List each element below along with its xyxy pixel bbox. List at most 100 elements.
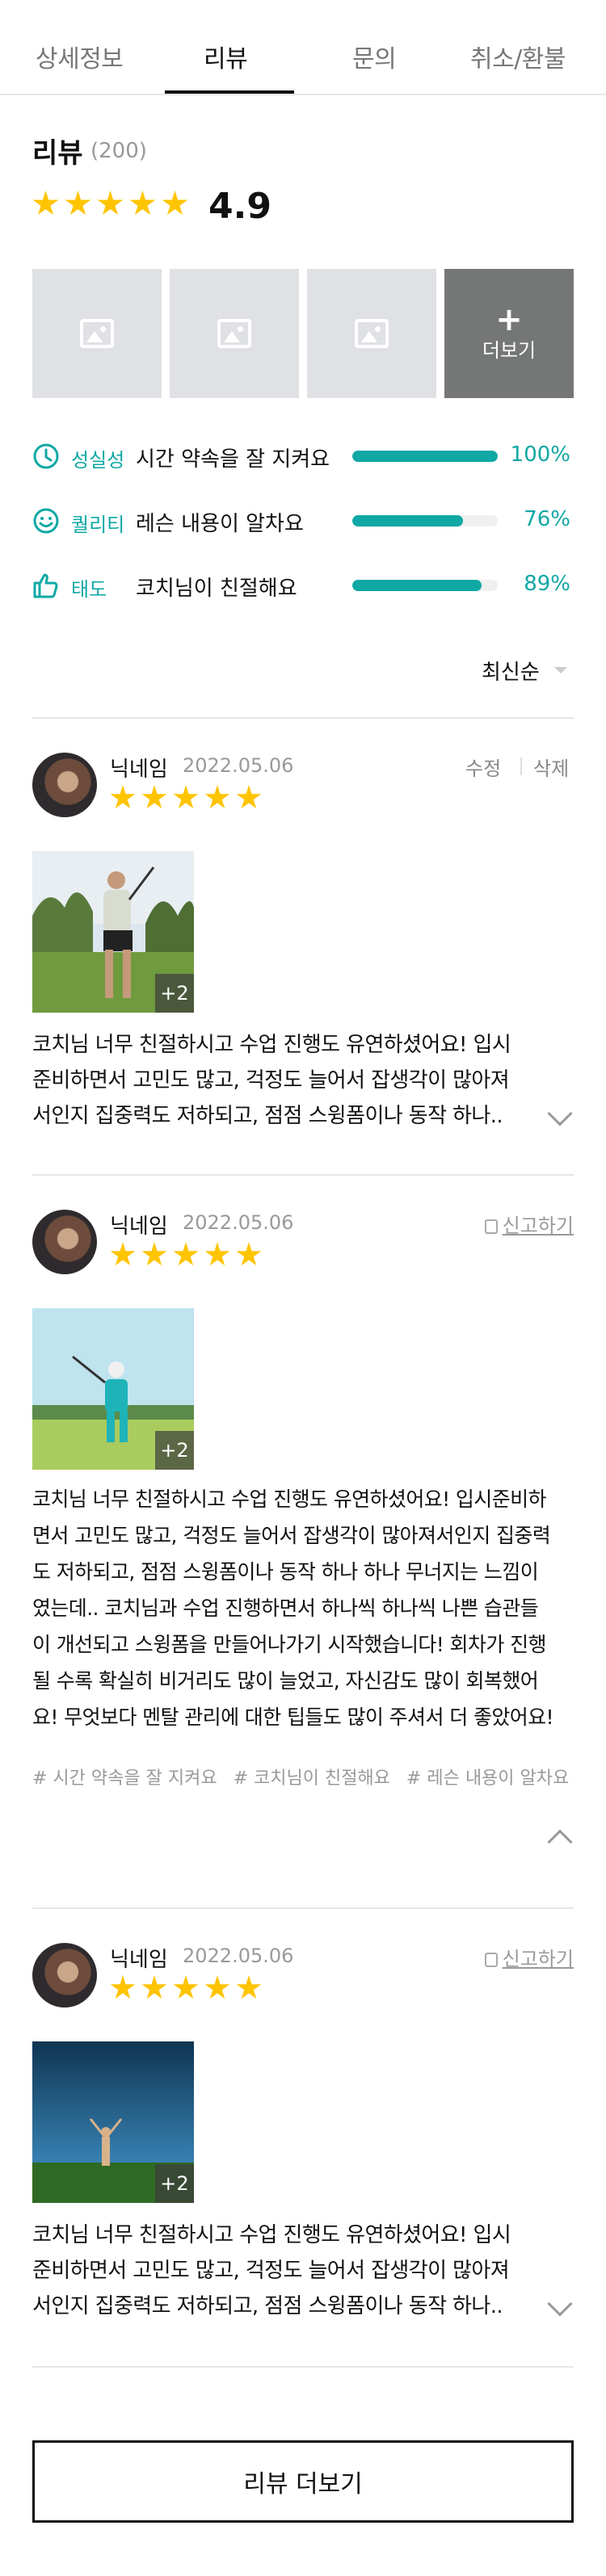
review-photo[interactable]: +2 xyxy=(32,851,194,1013)
review-text-line: 도 저하되고, 점점 스윙폼이나 동작 하나 하나 무너지는 느낌이 xyxy=(32,1560,539,1584)
reviewer-nickname: 닉네임 xyxy=(110,757,168,782)
star-icon xyxy=(173,1975,199,1999)
plus-icon: + xyxy=(495,300,523,338)
review-item: 닉네임 2022.05.06 수정 삭제 +2 코치님 너무 친절하시고 수업 … xyxy=(32,753,574,1140)
criteria-row-diligence: 성실성 시간 약속을 잘 지켜요 100% xyxy=(32,439,574,472)
report-button[interactable]: 신고하기 xyxy=(484,1943,574,1971)
report-icon xyxy=(484,1219,498,1234)
star-icon xyxy=(141,1242,167,1266)
smile-icon xyxy=(33,508,59,534)
criteria-percent: 76% xyxy=(524,507,570,531)
avatar xyxy=(32,753,97,817)
review-text-line: 준비하면서 고민도 많고, 걱정도 늘어서 잡생각이 많아져 xyxy=(32,1068,510,1093)
photo-count-badge: +2 xyxy=(155,2164,194,2203)
image-placeholder-icon xyxy=(80,319,114,348)
report-button[interactable]: 신고하기 xyxy=(484,1210,574,1238)
star-icon xyxy=(173,1242,199,1266)
review-tags: # 시간 약속을 잘 지켜요 # 코치님이 친절해요 # 레슨 내용이 알차요 xyxy=(32,1764,569,1789)
tab-bar: 상세정보 리뷰 문의 취소/환불 xyxy=(0,0,606,95)
star-icon xyxy=(236,785,262,809)
review-date: 2022.05.06 xyxy=(183,1211,294,1234)
review-tag: # 시간 약속을 잘 지켜요 xyxy=(32,1768,217,1789)
review-count: (200) xyxy=(90,139,147,163)
gallery-photo[interactable] xyxy=(170,269,299,398)
criteria-row-quality: 퀄리티 레슨 내용이 알차요 76% xyxy=(32,504,574,536)
criteria-name: 성실성 xyxy=(71,449,125,472)
review-text-line: 이 개선되고 스윙폼을 만들어나가기 시작했습니다! 회차가 진행 xyxy=(32,1633,547,1656)
star-icon xyxy=(32,191,59,216)
action-separator xyxy=(520,757,522,775)
star-icon xyxy=(204,1242,230,1266)
star-icon xyxy=(236,1242,262,1266)
tab-inquiry[interactable]: 문의 xyxy=(352,39,397,74)
chevron-down-icon[interactable] xyxy=(554,667,567,673)
divider xyxy=(32,1907,574,1909)
review-stars xyxy=(110,1242,262,1268)
review-text-line: 요! 무엇보다 멘탈 관리에 대한 팁들도 많이 주셔서 더 좋았어요! xyxy=(32,1705,554,1729)
review-tag: # 코치님이 친절해요 xyxy=(233,1768,390,1789)
average-star-rating xyxy=(32,191,188,217)
review-stars xyxy=(110,1975,262,2001)
review-stars xyxy=(110,785,262,811)
collapse-chevron-icon[interactable] xyxy=(547,1829,573,1855)
gallery-photo[interactable] xyxy=(32,269,162,398)
criteria-text: 코치님이 친절해요 xyxy=(136,577,297,601)
criteria-name: 태도 xyxy=(71,578,107,601)
criteria-text: 시간 약속을 잘 지켜요 xyxy=(136,447,330,472)
review-text-line: 코치님 너무 친절하시고 수업 진행도 유연하셨어요! 입시준비하 xyxy=(32,1487,547,1511)
review-text-line: 였는데.. 코치님과 수업 진행하면서 하나씩 하나씩 나쁜 습관들 xyxy=(32,1596,539,1620)
average-rating: 4.9 xyxy=(208,186,271,227)
criteria-progress-bar xyxy=(352,451,498,462)
review-text-line: 면서 고민도 많고, 걱정도 늘어서 잡생각이 많아져서인지 집중력 xyxy=(32,1524,551,1547)
divider xyxy=(32,717,574,719)
divider xyxy=(32,2366,574,2368)
gallery-more-label: 더보기 xyxy=(482,338,537,362)
photo-gallery: + 더보기 xyxy=(32,269,574,398)
review-text-line: 서인지 집중력도 저하되고, 점점 스윙폼이나 동작 하나.. xyxy=(32,2294,503,2318)
review-date: 2022.05.06 xyxy=(183,754,294,777)
criteria-progress-fill xyxy=(352,451,498,462)
star-icon xyxy=(110,785,136,809)
tab-cancel-refund[interactable]: 취소/환불 xyxy=(470,39,566,74)
review-photo[interactable]: +2 xyxy=(32,1308,194,1470)
star-icon xyxy=(236,1975,262,1999)
review-photo[interactable]: +2 xyxy=(32,2041,194,2203)
avatar xyxy=(32,1943,97,2008)
star-icon xyxy=(162,191,188,216)
tab-detail[interactable]: 상세정보 xyxy=(36,39,124,74)
review-text-line: 코치님 너무 친절하시고 수업 진행도 유연하셨어요! 입시 xyxy=(32,1033,511,1057)
tab-review[interactable]: 리뷰 xyxy=(204,39,248,74)
load-more-reviews-button[interactable]: 리뷰 더보기 xyxy=(32,2440,574,2523)
review-item: 닉네임 2022.05.06 신고하기 +2 코치님 너무 친절하시고 수업 진… xyxy=(32,1210,574,1856)
review-text: 코치님 너무 친절하시고 수업 진행도 유연하셨어요! 입시 준비하면서 고민도… xyxy=(32,1027,541,1134)
review-section-title: 리뷰 xyxy=(32,137,83,170)
criteria-progress-fill xyxy=(352,515,463,527)
edit-button[interactable]: 수정 xyxy=(465,753,501,781)
report-icon xyxy=(484,1953,498,1967)
criteria-name: 퀄리티 xyxy=(71,514,125,536)
review-tag: # 레슨 내용이 알차요 xyxy=(406,1768,570,1789)
review-text-line: 서인지 집중력도 저하되고, 점점 스윙폼이나 동작 하나.. xyxy=(32,1104,503,1128)
report-label: 신고하기 xyxy=(502,1215,574,1237)
review-text-line: 준비하면서 고민도 많고, 걱정도 늘어서 잡생각이 많아져 xyxy=(32,2259,510,2283)
sort-dropdown[interactable]: 최신순 xyxy=(482,656,540,686)
gallery-photo[interactable] xyxy=(307,269,436,398)
review-text-line: 될 수록 확실히 비거리도 많이 늘었고, 자신감도 많이 회복했어 xyxy=(32,1669,539,1693)
star-icon xyxy=(204,785,230,809)
criteria-percent: 89% xyxy=(524,572,570,596)
star-icon xyxy=(129,191,156,216)
delete-button[interactable]: 삭제 xyxy=(533,753,569,781)
review-text-line: 코치님 너무 친절하시고 수업 진행도 유연하셨어요! 입시 xyxy=(32,2223,511,2247)
photo-count-badge: +2 xyxy=(155,1431,194,1470)
thumbs-up-icon xyxy=(33,573,58,598)
star-icon xyxy=(110,1242,136,1266)
criteria-progress-bar xyxy=(352,515,498,527)
star-icon xyxy=(97,191,124,216)
expand-chevron-icon[interactable] xyxy=(547,1101,573,1126)
image-placeholder-icon xyxy=(217,319,251,348)
avatar xyxy=(32,1210,97,1274)
gallery-more-button[interactable]: + 더보기 xyxy=(444,269,574,398)
review-text: 코치님 너무 친절하시고 수업 진행도 유연하셨어요! 입시준비하 면서 고민도… xyxy=(32,1481,574,1735)
expand-chevron-icon[interactable] xyxy=(547,2291,573,2317)
reviewer-nickname: 닉네임 xyxy=(110,1948,168,1972)
